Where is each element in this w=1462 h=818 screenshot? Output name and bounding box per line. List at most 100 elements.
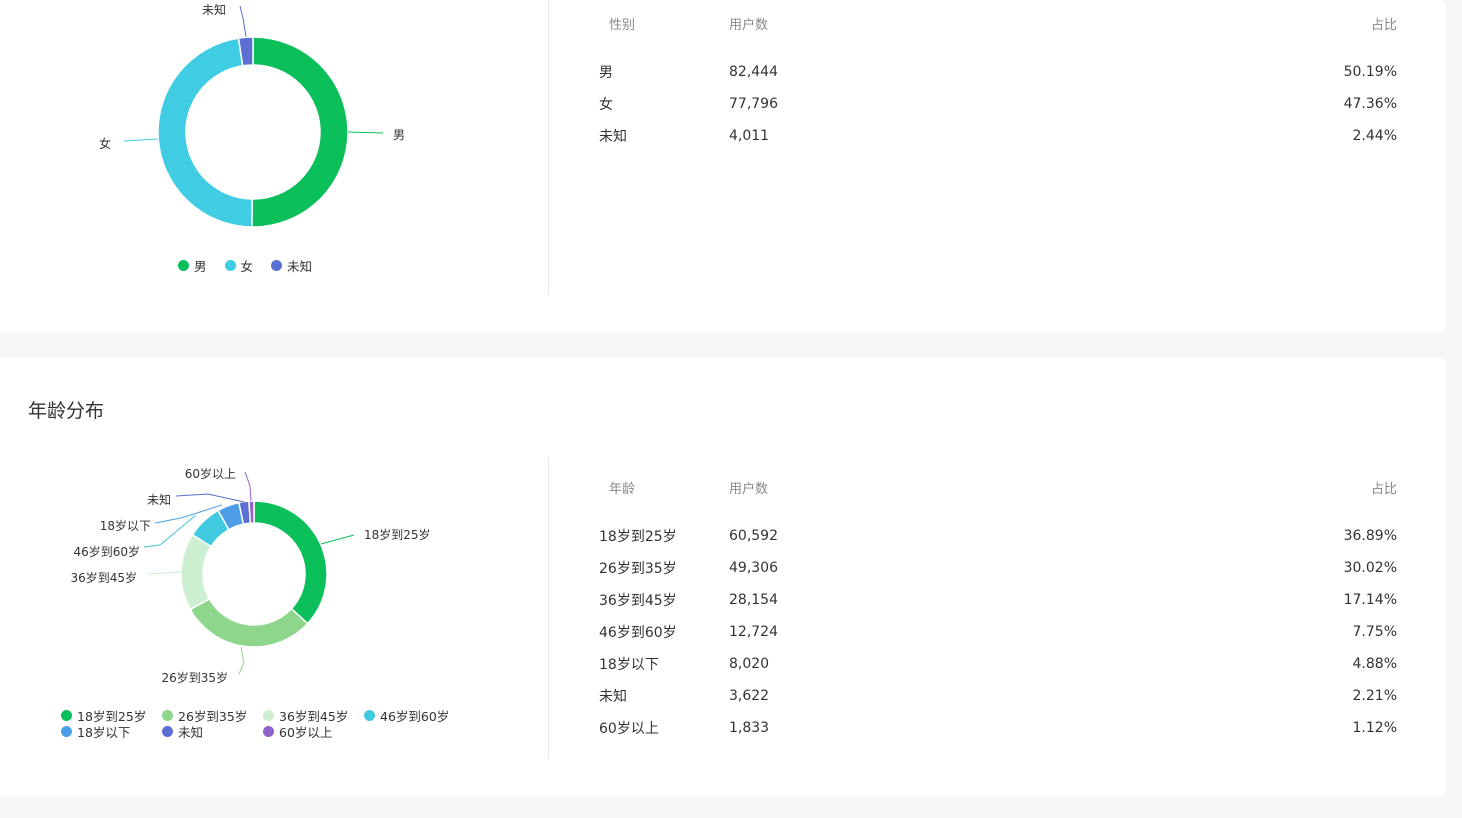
row-count: 8,020 [729, 656, 770, 672]
gender-table: 性别 用户数 占比 男 82,444 50.19% 女 77,796 47.36… [599, 14, 1397, 152]
row-count: 28,154 [729, 592, 778, 608]
header-users: 用户数 [729, 18, 769, 33]
row-count: 49,306 [729, 560, 778, 576]
legend-item-age-unknown[interactable]: 未知 [162, 722, 263, 741]
header-gender: 性别 [609, 18, 636, 33]
table-row: 26岁到35岁 49,306 30.02% [599, 552, 1397, 584]
donut-slice[interactable] [248, 500, 255, 524]
legend-label: 未知 [178, 725, 204, 740]
row-count: 60,592 [729, 528, 778, 544]
legend-dot [162, 710, 173, 721]
legend-item-female[interactable]: 女 [224, 256, 254, 275]
label-leader-line [123, 138, 159, 142]
legend-dot-unknown [271, 260, 283, 271]
donut-slice[interactable] [189, 597, 309, 648]
slice-label: 未知 [202, 3, 226, 17]
donut-slice[interactable] [253, 500, 328, 625]
row-label: 60岁以上 [599, 721, 659, 737]
slice-label: 36岁到45岁 [70, 570, 137, 585]
slice-label: 18岁到25岁 [364, 527, 431, 542]
row-label: 18岁到25岁 [599, 529, 677, 545]
label-leader-line [175, 493, 245, 503]
header-share: 占比 [1370, 18, 1397, 33]
row-pct: 50.19% [1343, 64, 1397, 80]
legend-dot [263, 726, 274, 737]
legend-dot [61, 726, 72, 737]
row-count: 3,622 [729, 688, 770, 704]
row-label: 未知 [599, 129, 627, 145]
table-row: 36岁到45岁 28,154 17.14% [599, 584, 1397, 616]
age-divider [548, 458, 549, 758]
row-pct: 47.36% [1343, 96, 1397, 112]
row-count: 4,011 [729, 128, 770, 144]
row-label: 18岁以下 [599, 657, 659, 673]
slice-label: 女 [99, 136, 111, 151]
label-leader-line [238, 646, 245, 675]
legend-dot [162, 726, 173, 737]
table-row: 未知 3,622 2.21% [599, 680, 1397, 712]
row-label: 女 [599, 97, 613, 113]
legend-dot-female [224, 260, 236, 271]
row-label: 男 [599, 65, 613, 81]
gender-legend: 男 女 未知 [178, 256, 312, 275]
slice-label: 26岁到35岁 [161, 670, 228, 685]
header-share: 占比 [1370, 482, 1397, 497]
table-row: 未知 4,011 2.44% [599, 120, 1397, 152]
legend-dot [364, 710, 375, 721]
row-pct: 2.21% [1352, 688, 1397, 704]
label-leader-line [244, 471, 252, 502]
row-pct: 7.75% [1352, 624, 1397, 640]
row-pct: 30.02% [1343, 560, 1397, 576]
legend-item-over60[interactable]: 60岁以上 [263, 722, 332, 741]
row-label: 36岁到45岁 [599, 593, 677, 609]
row-count: 82,444 [729, 64, 778, 80]
age-legend-row-2: 18岁以下 未知 60岁以上 [61, 722, 332, 741]
row-count: 77,796 [729, 96, 778, 112]
row-count: 1,833 [729, 720, 770, 736]
gender-donut-chart: 男女 未知 [99, 3, 405, 228]
row-label: 26岁到35岁 [599, 561, 677, 577]
table-row: 46岁到60岁 12,724 7.75% [599, 616, 1397, 648]
slice-label: 18岁以下 [100, 518, 151, 533]
table-row: 女 77,796 47.36% [599, 88, 1397, 120]
legend-dot [263, 710, 274, 721]
donut-slice[interactable] [251, 36, 349, 228]
legend-item-unknown[interactable]: 未知 [271, 256, 312, 275]
table-row: 60岁以上 1,833 1.12% [599, 712, 1397, 744]
row-count: 12,724 [729, 624, 778, 640]
legend-label-unknown: 未知 [287, 259, 313, 274]
age-table: 年龄 用户数 占比 18岁到25岁 60,592 36.89% 26岁到35岁 … [599, 478, 1397, 744]
legend-item-male[interactable]: 男 [178, 256, 207, 275]
slice-label: 60岁以上 [185, 466, 236, 481]
row-pct: 1.12% [1352, 720, 1397, 736]
label-leader-line [320, 534, 355, 545]
row-pct: 2.44% [1352, 128, 1397, 144]
legend-label: 46岁到60岁 [380, 709, 450, 724]
gender-card: 男女未知 男 女 未知 性别 用户数 占比 男 82,444 50.19% 女 [0, 0, 1446, 332]
donut-slice[interactable] [157, 37, 253, 228]
age-donut-chart: 18岁到25岁 26岁到35岁 36岁到45岁 46岁到60岁 18岁以下 未知 60岁以上 [70, 466, 431, 685]
legend-label: 18岁以下 [77, 725, 131, 740]
row-pct: 17.14% [1343, 592, 1397, 608]
legend-label-male: 男 [194, 259, 207, 274]
donut-slice[interactable] [180, 533, 213, 611]
row-label: 46岁到60岁 [599, 625, 677, 641]
legend-label-female: 女 [240, 259, 254, 274]
table-row: 18岁以下 8,020 4.88% [599, 648, 1397, 680]
row-pct: 4.88% [1352, 656, 1397, 672]
legend-dot [61, 710, 72, 721]
row-label: 未知 [599, 689, 627, 705]
slice-label: 未知 [147, 493, 171, 507]
legend-item-under18[interactable]: 18岁以下 [61, 722, 162, 741]
table-row: 男 82,444 50.19% [599, 56, 1397, 88]
legend-item-age46-60[interactable]: 46岁到60岁 [364, 706, 449, 725]
legend-dot-male [178, 260, 189, 271]
age-card: 年龄分布 18岁到25岁 26岁到35岁 36岁到45岁 46岁到60岁 18岁以下 未知… [0, 358, 1446, 796]
age-table-header: 年龄 用户数 占比 [599, 478, 1397, 498]
gender-divider [548, 0, 549, 294]
label-leader-line [347, 131, 384, 134]
table-row: 18岁到25岁 60,592 36.89% [599, 520, 1397, 552]
gender-table-header: 性别 用户数 占比 [599, 14, 1397, 34]
slice-label: 男 [393, 128, 405, 142]
label-leader-line [147, 571, 183, 575]
